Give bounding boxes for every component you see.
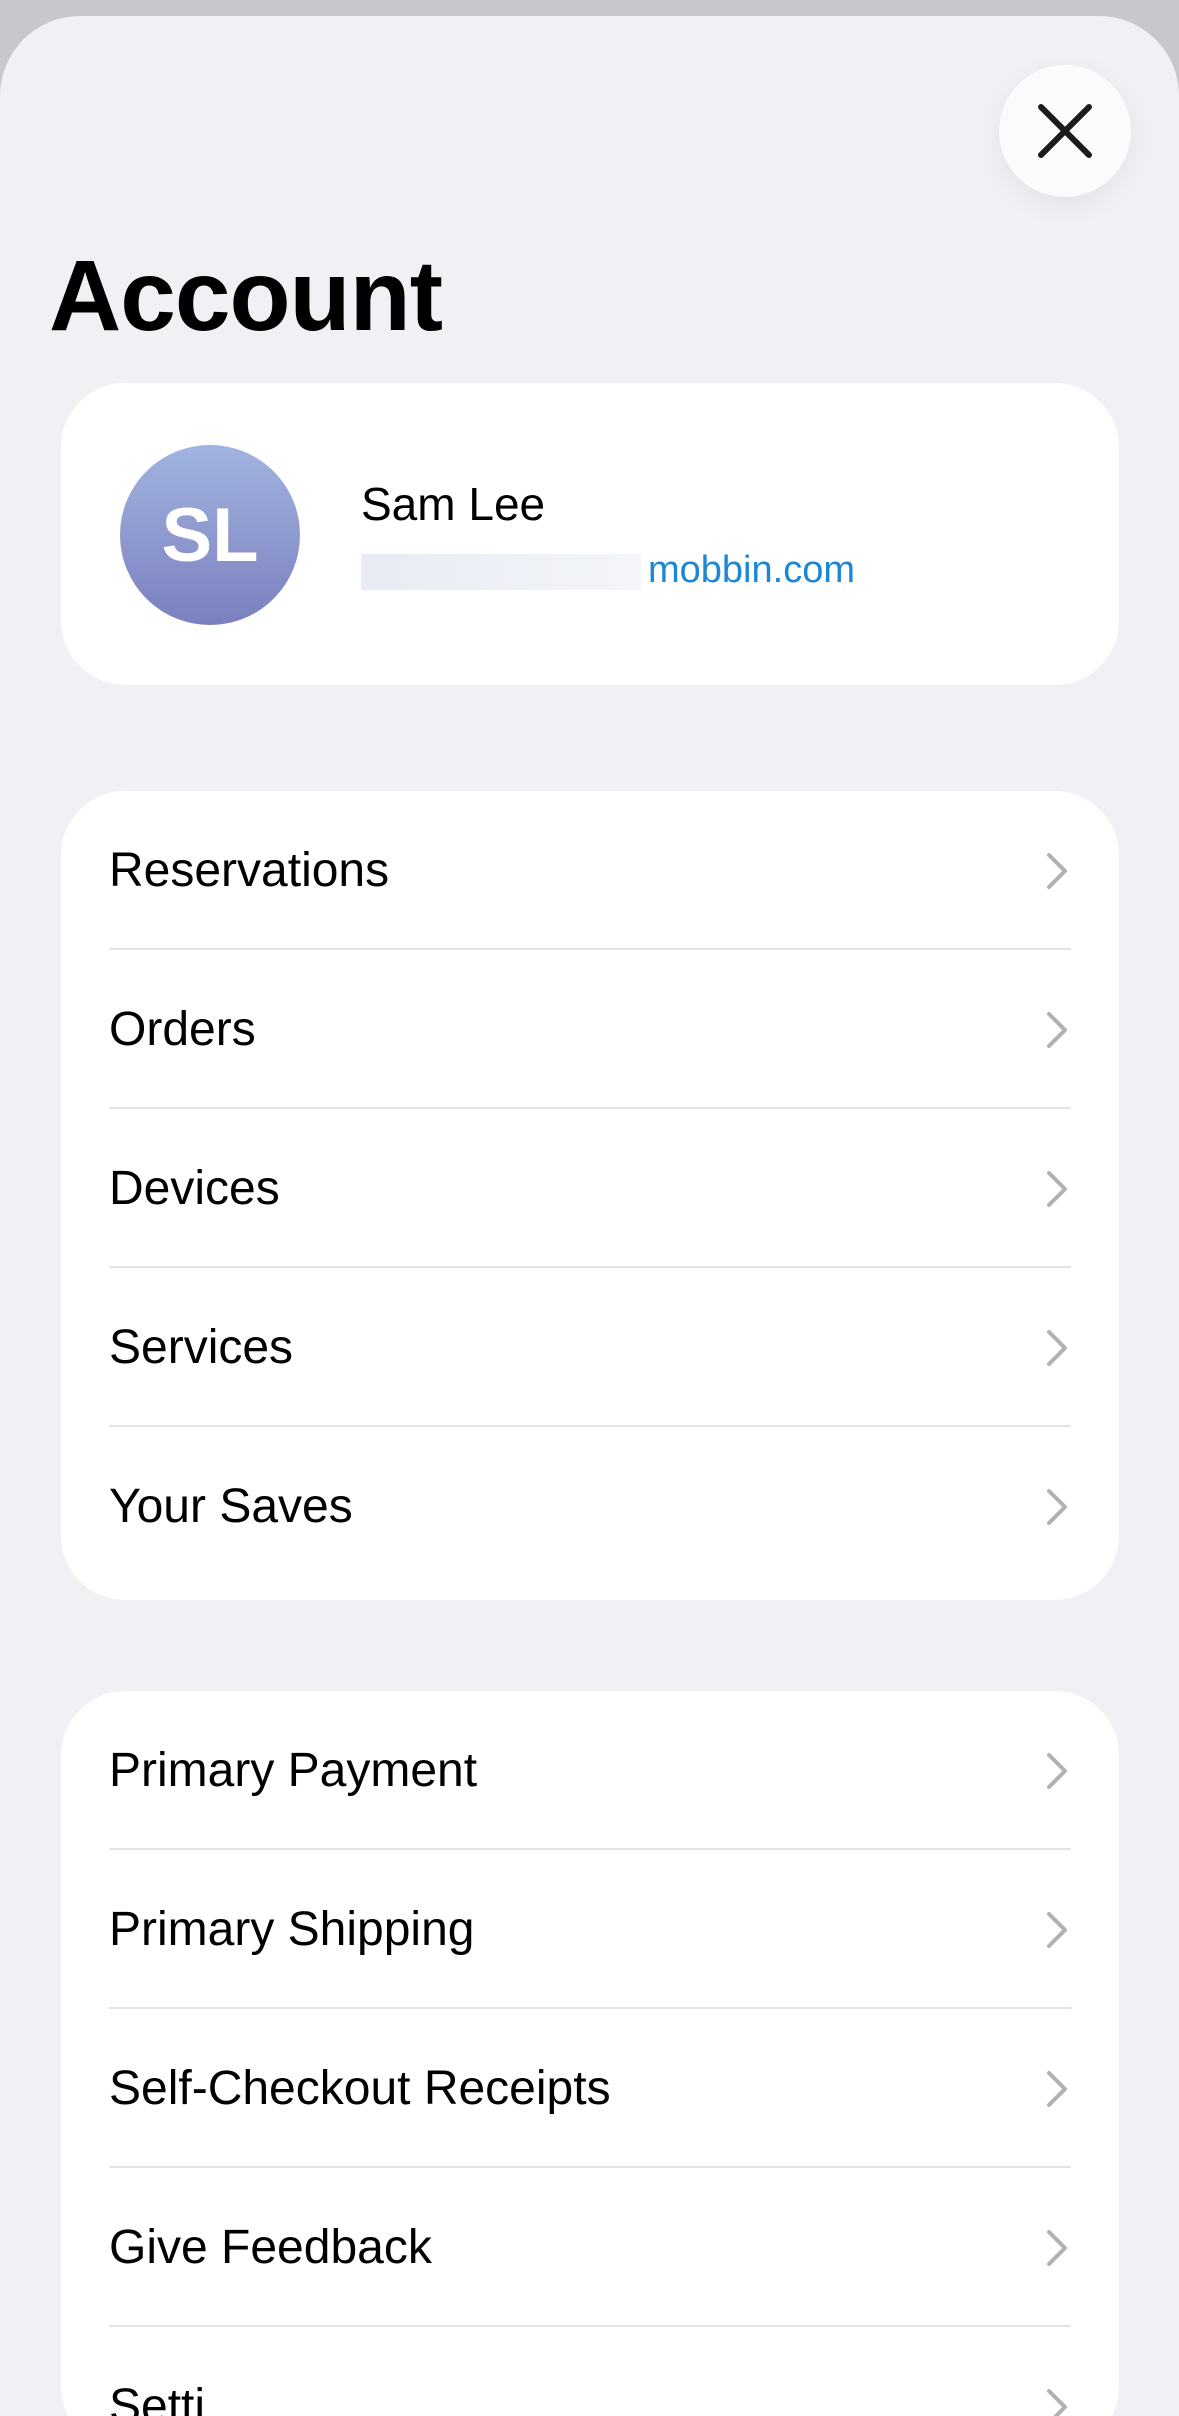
chevron-right-icon [1043,2228,1071,2268]
profile-email: mobbin.com [648,549,855,592]
menu-row-devices[interactable]: Devices [61,1109,1119,1268]
menu-row-label: Primary Shipping [109,1902,474,1957]
account-sheet: Account SL Sam Lee mobbin.com Reservatio… [0,16,1179,2416]
menu-row-your-saves[interactable]: Your Saves [61,1427,1119,1586]
profile-name: Sam Lee [361,477,545,531]
menu-row-label: Self-Checkout Receipts [109,2061,611,2116]
page-title: Account [49,246,442,346]
menu-row-primary-shipping[interactable]: Primary Shipping [61,1850,1119,2009]
menu-row-primary-payment[interactable]: Primary Payment [61,1691,1119,1850]
menu-row-label: Give Feedback [109,2220,432,2275]
chevron-right-icon [1043,1328,1071,1368]
redacted-email-prefix [361,554,641,590]
chevron-right-icon [1043,2387,1071,2416]
menu-row-label: Your Saves [109,1479,353,1534]
menu-row-label: Services [109,1320,293,1375]
chevron-right-icon [1043,1910,1071,1950]
chevron-right-icon [1043,1487,1071,1527]
chevron-right-icon [1043,1751,1071,1791]
account-settings-group: Primary Payment Primary Shipping Self-Ch… [61,1691,1119,2416]
profile-card[interactable]: SL Sam Lee mobbin.com [61,383,1119,685]
menu-row-label: Primary Payment [109,1743,477,1798]
menu-row-label: Setti [109,2379,205,2416]
account-menu-group: Reservations Orders Devices Services You… [61,791,1119,1600]
close-button[interactable] [999,65,1131,197]
close-icon [1037,103,1093,159]
menu-row-reservations[interactable]: Reservations [61,791,1119,950]
chevron-right-icon [1043,1169,1071,1209]
chevron-right-icon [1043,851,1071,891]
avatar: SL [120,445,300,625]
menu-row-give-feedback[interactable]: Give Feedback [61,2168,1119,2327]
menu-row-orders[interactable]: Orders [61,950,1119,1109]
chevron-right-icon [1043,1010,1071,1050]
menu-row-label: Reservations [109,843,389,898]
menu-row-label: Devices [109,1161,280,1216]
chevron-right-icon [1043,2069,1071,2109]
menu-row-services[interactable]: Services [61,1268,1119,1427]
menu-row-settings[interactable]: Setti [61,2327,1119,2416]
menu-row-label: Orders [109,1002,256,1057]
menu-row-self-checkout-receipts[interactable]: Self-Checkout Receipts [61,2009,1119,2168]
